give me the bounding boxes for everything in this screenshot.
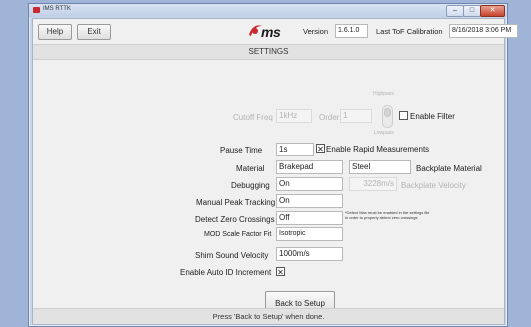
mod-scale-factor-field[interactable]: Isotropic — [276, 227, 343, 241]
version-label: Version — [303, 27, 329, 36]
material-field[interactable]: Brakepad — [276, 160, 343, 174]
backplate-velocity-label: Backplate Velocity — [401, 181, 466, 190]
shim-sound-velocity-field[interactable]: 1000m/s — [276, 247, 343, 261]
detect-zero-crossings-label: Detect Zero Crossings — [195, 215, 275, 224]
exit-button[interactable]: Exit — [77, 24, 111, 40]
lowpass-label: Lowpass — [374, 130, 394, 136]
help-button[interactable]: Help — [38, 24, 72, 40]
client-area: Help Exit ms Version 1.6.1.0 Last ToF Ca… — [32, 18, 518, 325]
manual-peak-tracking-field[interactable]: On — [276, 194, 343, 208]
maximize-button[interactable]: □ — [463, 5, 481, 17]
status-bar: Press 'Back to Setup' when done. — [33, 308, 504, 324]
debugging-field[interactable]: On — [276, 177, 343, 191]
highpass-label: Highpass — [373, 91, 394, 97]
backplate-velocity-field[interactable]: 3228m/s — [349, 177, 397, 191]
manual-peak-tracking-label: Manual Peak Tracking — [196, 198, 276, 207]
settings-title: SETTINGS — [33, 44, 504, 60]
cutoff-freq-label: Cutoff Freq — [233, 113, 273, 122]
shim-sound-velocity-label: Shim Sound Velocity — [195, 251, 269, 260]
enable-filter-label: Enable Filter — [410, 112, 455, 121]
minimize-button[interactable]: – — [446, 5, 464, 17]
calibration-label: Last ToF Calibration — [376, 27, 443, 36]
version-field: 1.6.1.0 — [335, 24, 368, 38]
rapid-measurements-label: Enable Rapid Measurements — [326, 145, 430, 154]
auto-id-label: Enable Auto ID Increment — [180, 268, 272, 277]
app-icon — [33, 7, 40, 13]
rapid-measurements-checkbox[interactable]: ✕ — [316, 144, 325, 154]
enable-filter-checkbox[interactable] — [399, 111, 408, 120]
zero-crossings-note: *Detect Max must be enabled in the setti… — [345, 210, 430, 220]
calibration-field: 8/16/2018 3:06 PM — [449, 24, 518, 38]
backplate-material-label: Backplate Material — [416, 164, 482, 173]
cutoff-freq-field[interactable]: 1kHz — [276, 109, 312, 123]
backplate-material-field[interactable]: Steel — [349, 160, 411, 174]
filter-type-toggle[interactable] — [382, 105, 393, 128]
title-bar[interactable]: IMS RTTK – □ ✕ — [29, 4, 507, 17]
ims-logo: ms — [247, 22, 289, 40]
auto-id-checkbox[interactable]: ✕ — [276, 267, 285, 277]
window-title: IMS RTTK — [43, 6, 71, 12]
debugging-label: Debugging — [231, 181, 270, 190]
close-button[interactable]: ✕ — [480, 5, 505, 17]
zero-crossings-note-line2: in order to properly detect zero crossin… — [345, 215, 418, 220]
material-label: Material — [236, 164, 265, 173]
app-window: IMS RTTK – □ ✕ Help Exit ms Version 1.6.… — [28, 3, 518, 327]
toggle-knob — [384, 108, 391, 117]
top-toolbar: Help Exit ms Version 1.6.1.0 Last ToF Ca… — [33, 19, 518, 44]
detect-zero-crossings-field[interactable]: Off — [276, 211, 343, 225]
order-label: Order — [319, 113, 340, 122]
mod-scale-factor-label: MOD Scale Factor Fit — [204, 231, 272, 238]
pause-time-field[interactable]: 1s — [276, 143, 314, 156]
order-field[interactable]: 1 — [340, 109, 372, 123]
logo-text: ms — [261, 24, 281, 40]
pause-time-label: Pause Time — [220, 146, 263, 155]
